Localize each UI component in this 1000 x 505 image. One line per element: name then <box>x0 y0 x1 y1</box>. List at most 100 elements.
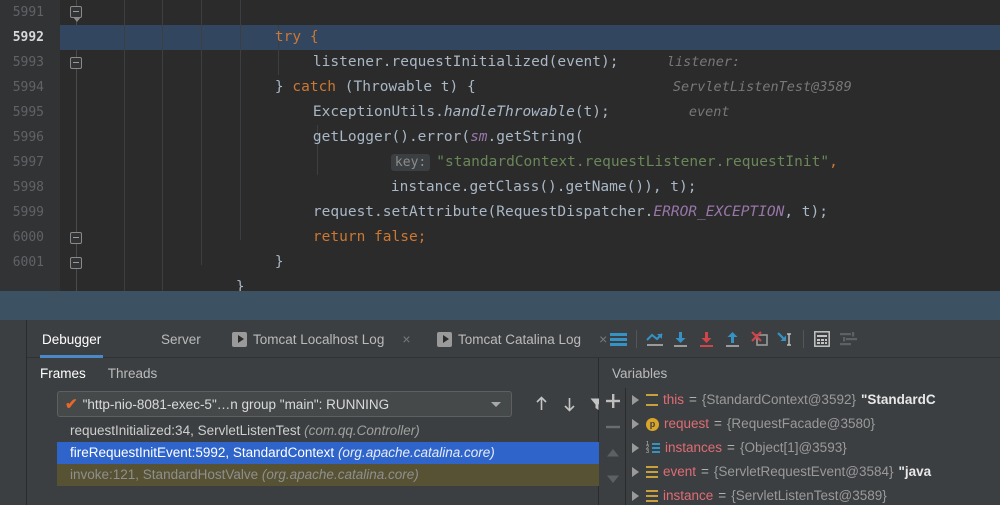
debug-tab-bar[interactable]: Debugger Server Tomcat Localhost Log × T… <box>27 320 1000 358</box>
subtab-frames[interactable]: Frames <box>40 366 86 381</box>
variable-row[interactable]: p request = {RequestFacade@3580} <box>626 412 1000 436</box>
chevron-down-icon[interactable] <box>491 401 501 407</box>
variables-panel[interactable]: Variables this = {StandardContext@3592} <box>599 358 1000 505</box>
variable-equals: = <box>718 488 727 503</box>
code-line-5996: key: "standardContext.requestListener.req… <box>356 125 838 171</box>
variable-value: {ServletListenTest@3589} <box>731 488 887 503</box>
code-fold-marker[interactable] <box>70 57 82 69</box>
variable-name: event <box>663 464 697 479</box>
move-down-icon[interactable] <box>557 393 581 415</box>
close-icon[interactable]: × <box>402 331 410 347</box>
variable-name: instance <box>663 488 714 503</box>
frame-row[interactable]: invoke:121, StandardHostValve (org.apach… <box>57 464 599 486</box>
step-over-icon[interactable] <box>668 320 694 358</box>
thread-selector-dropdown[interactable]: ✔ "http-nio-8081-exec-5"…n group "main":… <box>57 391 512 417</box>
variable-value: {ServletRequestEvent@3584} <box>713 464 894 479</box>
tab-tomcat-localhost-log[interactable]: Tomcat Localhost Log × <box>230 320 413 358</box>
code-fold-marker[interactable] <box>70 232 82 244</box>
frame-method: invoke:121, StandardHostValve <box>70 467 259 482</box>
show-execution-point-icon[interactable] <box>642 320 668 358</box>
code-line-5993: } catch (Throwable t) { <box>240 50 476 95</box>
variables-side-toolbar[interactable] <box>599 388 626 505</box>
remove-watch-icon[interactable] <box>599 414 626 440</box>
run-to-cursor-icon[interactable] <box>772 320 798 358</box>
code-token-constant: ERROR_EXCEPTION <box>653 204 785 220</box>
indent-guide <box>162 0 163 291</box>
variables-tree[interactable]: this = {StandardContext@3592} "StandardC… <box>626 388 1000 505</box>
tab-label: Debugger <box>42 331 102 347</box>
tab-tomcat-catalina-log[interactable]: Tomcat Catalina Log × <box>435 320 609 358</box>
frames-subtab-bar[interactable]: Frames Threads <box>27 358 598 388</box>
variable-row[interactable]: event = {ServletRequestEvent@3584} "java <box>626 460 1000 484</box>
toolbar-separator <box>636 330 637 348</box>
expand-triangle-icon[interactable] <box>632 419 639 429</box>
force-step-into-icon[interactable] <box>746 320 772 358</box>
line-number: 5991 <box>12 5 44 20</box>
run-icon <box>437 331 452 347</box>
frames-panel[interactable]: Frames Threads ✔ "http-nio-8081-exec-5"…… <box>27 358 604 505</box>
line-number: 5997 <box>12 155 44 170</box>
tab-server[interactable]: Server <box>159 320 203 358</box>
indent-guide <box>201 0 202 265</box>
move-up-icon[interactable] <box>529 393 553 415</box>
frame-package: (com.qq.Controller) <box>304 423 420 438</box>
debugger-action-toolbar[interactable] <box>605 320 861 358</box>
tab-label: Server <box>161 331 201 347</box>
tab-debugger[interactable]: Debugger <box>40 320 104 358</box>
variable-row[interactable]: this = {StandardContext@3592} "StandardC <box>626 388 1000 412</box>
code-editor[interactable]: 5991 5992 5993 5994 5995 5996 5997 5998 … <box>0 0 1000 291</box>
line-number: 5996 <box>12 130 44 145</box>
debug-tool-window[interactable]: Debugger Server Tomcat Localhost Log × T… <box>0 320 1000 505</box>
inline-hint-value: ServletListenTest@3589 <box>672 79 852 95</box>
code-line-5998: request.setAttribute(RequestDispatcher.E… <box>278 175 828 220</box>
thread-selector-value: "http-nio-8081-exec-5"…n group "main": R… <box>82 396 390 412</box>
line-number-current: 5992 <box>12 30 44 45</box>
variable-row[interactable]: 123 instances = {Object[1]@3593} <box>626 436 1000 460</box>
inline-hint-listener: listener: ServletListenTest@3589 event <box>632 25 852 120</box>
thread-selector-row[interactable]: ✔ "http-nio-8081-exec-5"…n group "main":… <box>27 388 604 420</box>
step-into-icon[interactable] <box>694 320 720 358</box>
code-token-brace: } <box>235 279 245 291</box>
subtab-threads[interactable]: Threads <box>108 366 158 381</box>
variable-equals: = <box>701 464 709 479</box>
variable-string: "java <box>898 464 932 479</box>
frame-row[interactable]: requestInitialized:34, ServletListenTest… <box>57 420 599 442</box>
frame-method: requestInitialized:34, ServletListenTest <box>70 423 301 438</box>
step-out-icon[interactable] <box>720 320 746 358</box>
array-icon: 123 <box>646 441 660 455</box>
code-line-5994: ExceptionUtils.handleThrowable(t); <box>278 75 610 120</box>
run-icon <box>232 331 247 347</box>
mute-breakpoints-icon[interactable] <box>605 320 631 358</box>
variable-name: instances <box>665 440 723 455</box>
inline-hint-label: listener: <box>666 54 741 70</box>
add-watch-icon[interactable] <box>599 388 626 414</box>
expand-triangle-icon[interactable] <box>632 395 639 405</box>
line-number: 5998 <box>12 180 44 195</box>
expand-triangle-icon[interactable] <box>632 467 639 477</box>
code-line-5997: instance.getClass().getName()), t); <box>356 150 697 195</box>
code-fold-marker[interactable] <box>70 257 82 269</box>
settings-icon[interactable] <box>835 320 861 358</box>
variable-row[interactable]: instance = {ServletListenTest@3589} <box>626 484 1000 505</box>
variable-name: request <box>664 416 710 431</box>
variable-equals: = <box>714 416 722 431</box>
expand-triangle-icon[interactable] <box>632 443 639 453</box>
code-fold-marker[interactable] <box>70 6 82 22</box>
frame-method: fireRequestInitEvent:5992, StandardConte… <box>70 445 335 460</box>
frames-stack-list[interactable]: requestInitialized:34, ServletListenTest… <box>57 420 599 505</box>
line-number: 5993 <box>12 55 44 70</box>
line-number: 5994 <box>12 80 44 95</box>
variable-value: {StandardContext@3592} <box>701 392 856 407</box>
code-token-args: , t); <box>784 204 828 220</box>
frame-row-selected[interactable]: fireRequestInitEvent:5992, StandardConte… <box>57 442 599 464</box>
variable-value: {RequestFacade@3580} <box>726 416 875 431</box>
scroll-up-icon[interactable] <box>599 440 626 466</box>
code-token-false: false; <box>374 229 427 245</box>
tab-label: Tomcat Catalina Log <box>458 331 582 347</box>
expand-triangle-icon[interactable] <box>632 491 639 501</box>
variable-value: {Object[1]@3593} <box>739 440 847 455</box>
variables-header: Variables <box>612 365 668 381</box>
code-line-5995: getLogger().error(sm.getString( <box>278 100 584 145</box>
scroll-down-icon[interactable] <box>599 466 626 492</box>
evaluate-expression-icon[interactable] <box>809 320 835 358</box>
